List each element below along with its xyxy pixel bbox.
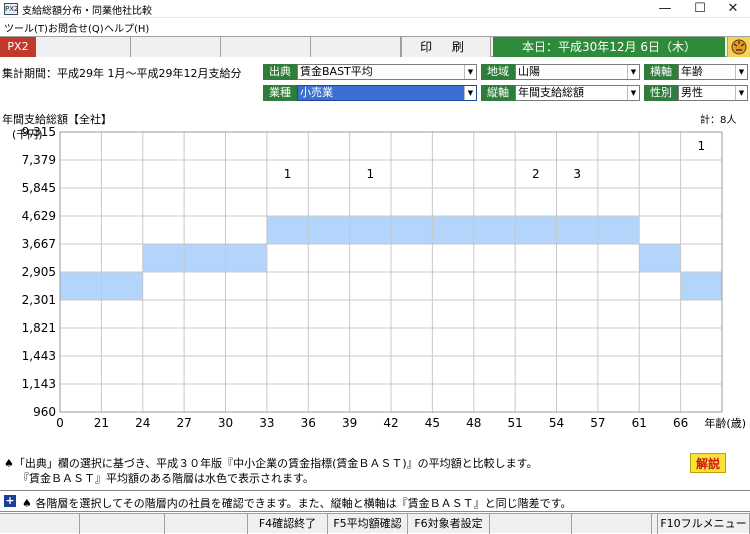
- strip-cell: [311, 37, 401, 57]
- horizontal-axis-select[interactable]: 年齢 ▼: [678, 64, 748, 80]
- x-tick-label: 36: [301, 416, 316, 430]
- chevron-down-icon: ▼: [464, 65, 476, 79]
- chevron-down-icon: ▼: [735, 86, 747, 100]
- y-tick-label: 9,315: [22, 125, 56, 139]
- bast-average-band: [142, 244, 267, 272]
- x-tick-label: 39: [342, 416, 357, 430]
- fkey-f3[interactable]: [165, 514, 248, 534]
- x-axis-title: 年齢(歳): [704, 416, 746, 430]
- strip-cell: [36, 37, 131, 57]
- x-tick-label: 48: [466, 416, 481, 430]
- y-tick-label: 1,821: [22, 321, 56, 335]
- bast-average-band: [639, 244, 681, 272]
- tiger-logo-icon: [727, 37, 750, 57]
- employee-count-label: 1: [284, 167, 292, 181]
- x-tick-label: 54: [549, 416, 564, 430]
- chevron-down-icon: ▼: [464, 86, 476, 100]
- region-value: 山陽: [518, 65, 540, 78]
- x-tick-label: 66: [673, 416, 688, 430]
- salary-distribution-chart[interactable]: 960 1,143 1,443 1,821 2,301 2,905 3,667 4,629 5,…: [0, 120, 750, 440]
- y-tick-label: 3,667: [22, 237, 56, 251]
- strip-cell: [221, 37, 311, 57]
- x-tick-label: 0: [56, 416, 64, 430]
- x-tick-label: 24: [135, 416, 150, 430]
- y-tick-label: 7,379: [22, 153, 56, 167]
- bast-average-band: [680, 272, 722, 300]
- fkey-f2[interactable]: [80, 514, 165, 534]
- employee-count-label: 2: [532, 167, 540, 181]
- y-tick-label: 2,905: [22, 265, 56, 279]
- x-tick-label: 30: [218, 416, 233, 430]
- gender-label: 性別: [644, 85, 678, 101]
- gender-value: 男性: [681, 86, 703, 99]
- status-strip: PX2 印 刷 本日：平成30年12月 6日（木）: [0, 36, 750, 57]
- y-tick-label: 2,301: [22, 293, 56, 307]
- chevron-down-icon: ▼: [627, 65, 639, 79]
- info-text: ♠ 各階層を選択してその階層内の社員を確認できます。また、縦軸と横軸は『賃金ＢＡ…: [22, 497, 572, 510]
- region-select[interactable]: 山陽 ▼: [515, 64, 640, 80]
- region-label: 地域: [481, 64, 515, 80]
- x-tick-label: 27: [176, 416, 191, 430]
- menu-bar: ツール(T) お問合せ(Q) ヘルプ(H): [0, 18, 750, 35]
- employee-count-label: 1: [697, 139, 705, 153]
- menu-tools[interactable]: ツール(T): [4, 20, 48, 35]
- window-title: 支給総額分布・同業他社比較: [22, 6, 152, 17]
- menu-help[interactable]: ヘルプ(H): [104, 20, 149, 35]
- minimize-button[interactable]: —: [648, 0, 682, 18]
- vertical-axis-label: 縦軸: [481, 85, 515, 101]
- source-value: 賃金BAST平均: [300, 65, 373, 78]
- plus-icon[interactable]: +: [4, 495, 16, 507]
- note-highlight: 『賃金ＢＡＳＴ』平均額のある階層は水色で表示されます。: [18, 472, 314, 485]
- close-button[interactable]: ✕: [716, 0, 750, 18]
- employee-count-label: 1: [366, 167, 374, 181]
- x-tick-label: 61: [632, 416, 647, 430]
- menu-inquiry[interactable]: お問合せ(Q): [48, 20, 104, 35]
- fkey-f4-confirm-exit[interactable]: F4確認終了: [248, 514, 328, 534]
- fkey-f6-target-settings[interactable]: F6対象者設定: [408, 514, 490, 534]
- x-tick-label: 42: [383, 416, 398, 430]
- vertical-axis-select[interactable]: 年間支給総額 ▼: [515, 85, 640, 101]
- print-button[interactable]: 印 刷: [401, 37, 491, 57]
- function-key-bar: F4確認終了 F5平均額確認 F6対象者設定 F10フルメニュー: [0, 513, 750, 534]
- y-tick-label: 5,845: [22, 181, 56, 195]
- horizontal-axis-label: 横軸: [644, 64, 678, 80]
- x-tick-label: 51: [507, 416, 522, 430]
- industry-select[interactable]: 小売業 ▼: [297, 85, 477, 101]
- gender-select[interactable]: 男性 ▼: [678, 85, 748, 101]
- strip-cell: [131, 37, 221, 57]
- fkey-f7[interactable]: [490, 514, 572, 534]
- source-label: 出典: [263, 64, 297, 80]
- x-tick-label: 33: [259, 416, 274, 430]
- aggregation-period: 集計期間：平成29年 1月～平成29年12月支給分: [2, 67, 242, 80]
- chevron-down-icon: ▼: [735, 65, 747, 79]
- info-bar: + ♠ 各階層を選択してその階層内の社員を確認できます。また、縦軸と横軸は『賃金…: [0, 490, 750, 512]
- app-icon: PX2: [4, 3, 19, 15]
- maximize-button[interactable]: ☐: [683, 0, 717, 18]
- x-tick-label: 45: [425, 416, 440, 430]
- employee-count-label: 3: [573, 167, 581, 181]
- note-source: ♠「出典」欄の選択に基づき、平成３０年版『中小企業の賃金指標(賃金ＢＡＳＴ)』の…: [4, 457, 538, 470]
- x-tick-label: 57: [590, 416, 605, 430]
- fkey-f5-average-check[interactable]: F5平均額確認: [328, 514, 408, 534]
- chevron-down-icon: ▼: [627, 86, 639, 100]
- bast-average-band: [266, 216, 640, 244]
- vertical-axis-value: 年間支給総額: [518, 86, 584, 99]
- app-code-badge: PX2: [0, 37, 36, 57]
- horizontal-axis-value: 年齢: [681, 65, 703, 78]
- title-bar: PX2 支給総額分布・同業他社比較 — ☐ ✕: [0, 0, 750, 18]
- industry-value: 小売業: [300, 86, 333, 99]
- y-tick-label: 960: [33, 405, 56, 419]
- source-select[interactable]: 賃金BAST平均 ▼: [297, 64, 477, 80]
- fkey-f8[interactable]: [572, 514, 652, 534]
- fkey-f1[interactable]: [0, 514, 80, 534]
- today-date: 本日：平成30年12月 6日（木）: [493, 37, 725, 57]
- help-button[interactable]: 解説: [690, 453, 726, 473]
- fkey-f10-full-menu[interactable]: F10フルメニュー: [658, 514, 750, 534]
- y-tick-label: 4,629: [22, 209, 56, 223]
- y-tick-label: 1,143: [22, 377, 56, 391]
- industry-label: 業種: [263, 85, 297, 101]
- y-tick-label: 1,443: [22, 349, 56, 363]
- x-tick-label: 21: [94, 416, 109, 430]
